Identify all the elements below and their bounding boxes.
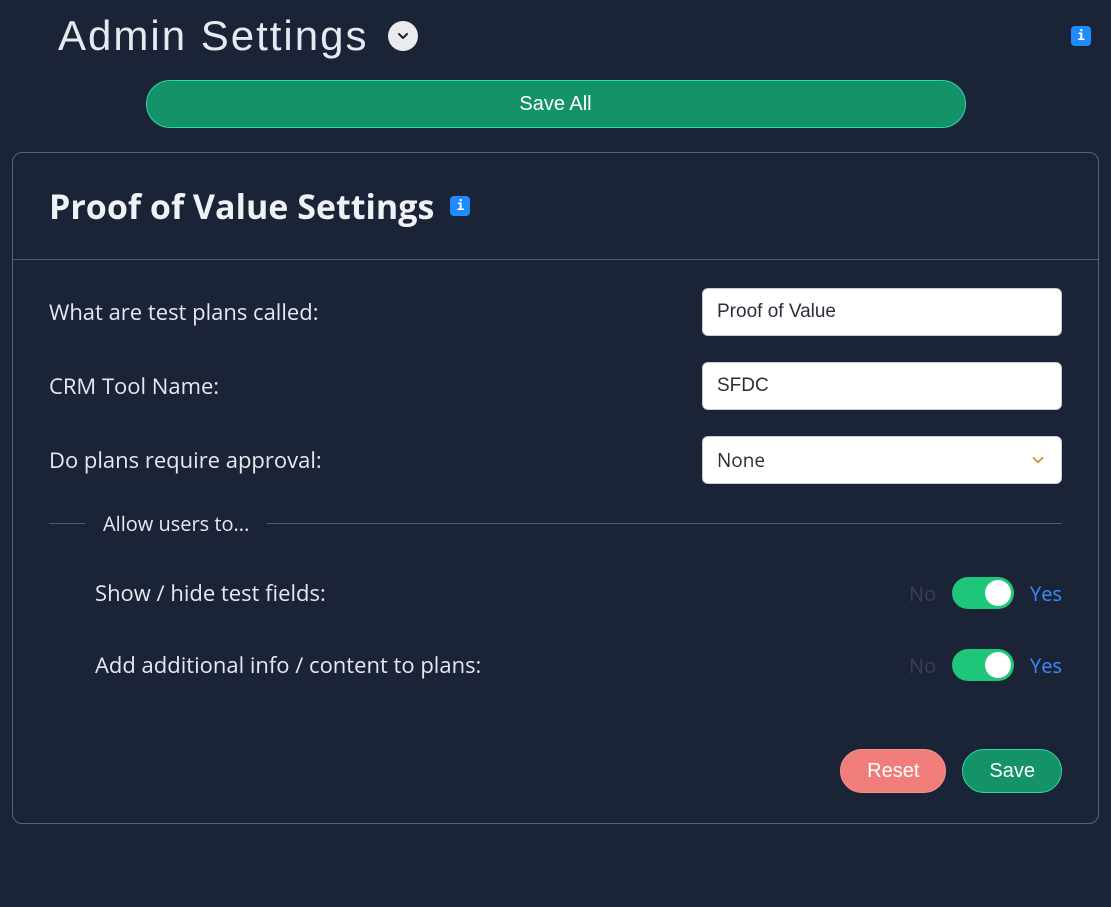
toggle-group-show-hide: No Yes bbox=[909, 577, 1062, 609]
label-approval: Do plans require approval: bbox=[49, 445, 322, 475]
row-add-info: Add additional info / content to plans: … bbox=[49, 649, 1062, 681]
toggle-yes-text: Yes bbox=[1030, 652, 1062, 679]
toggle-add-info[interactable] bbox=[952, 649, 1014, 681]
toggle-no-text: No bbox=[909, 580, 936, 607]
panel-body: What are test plans called: CRM Tool Nam… bbox=[13, 260, 1098, 749]
divider-line-left bbox=[49, 523, 85, 524]
toggle-knob bbox=[985, 580, 1011, 606]
toggle-knob bbox=[985, 652, 1011, 678]
toggle-yes-text: Yes bbox=[1030, 580, 1062, 607]
page-title-wrap: Admin Settings bbox=[58, 12, 418, 60]
label-crm: CRM Tool Name: bbox=[49, 371, 219, 401]
save-all-button[interactable]: Save All bbox=[146, 80, 966, 128]
row-crm: CRM Tool Name: bbox=[49, 362, 1062, 410]
chevron-down-icon bbox=[1029, 451, 1047, 469]
pov-settings-panel: Proof of Value Settings i What are test … bbox=[12, 152, 1099, 824]
row-test-plans: What are test plans called: bbox=[49, 288, 1062, 336]
input-test-plans[interactable] bbox=[702, 288, 1062, 336]
panel-actions: Reset Save bbox=[13, 749, 1098, 823]
toggle-no-text: No bbox=[909, 652, 936, 679]
save-button[interactable]: Save bbox=[962, 749, 1062, 793]
toggle-group-add-info: No Yes bbox=[909, 649, 1062, 681]
page-title-dropdown[interactable] bbox=[388, 21, 418, 51]
label-show-hide: Show / hide test fields: bbox=[95, 578, 326, 608]
chevron-down-icon bbox=[395, 28, 411, 44]
row-approval: Do plans require approval: None bbox=[49, 436, 1062, 484]
divider-allow-users: Allow users to... bbox=[49, 510, 1062, 537]
select-approval-value: None bbox=[717, 447, 765, 473]
save-all-wrap: Save All bbox=[12, 70, 1099, 152]
label-test-plans: What are test plans called: bbox=[49, 297, 319, 327]
divider-line-right bbox=[267, 523, 1062, 524]
top-bar: Admin Settings i bbox=[12, 8, 1099, 70]
select-approval[interactable]: None bbox=[702, 436, 1062, 484]
info-icon[interactable]: i bbox=[1071, 26, 1091, 46]
page-title: Admin Settings bbox=[58, 12, 368, 60]
panel-header: Proof of Value Settings i bbox=[13, 153, 1098, 260]
divider-label: Allow users to... bbox=[103, 510, 249, 537]
toggle-show-hide[interactable] bbox=[952, 577, 1014, 609]
row-show-hide: Show / hide test fields: No Yes bbox=[49, 577, 1062, 609]
input-crm[interactable] bbox=[702, 362, 1062, 410]
reset-button[interactable]: Reset bbox=[840, 749, 946, 793]
panel-info-icon[interactable]: i bbox=[450, 196, 470, 216]
label-add-info: Add additional info / content to plans: bbox=[95, 650, 481, 680]
panel-title: Proof of Value Settings bbox=[49, 183, 434, 229]
